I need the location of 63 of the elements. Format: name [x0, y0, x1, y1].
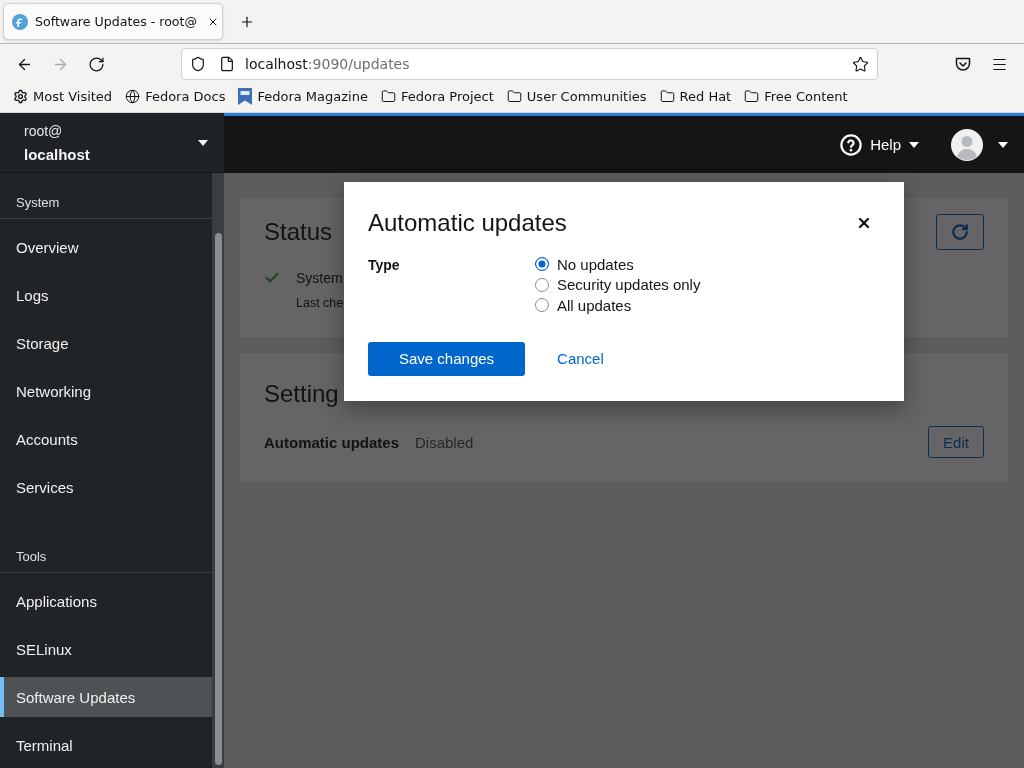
- scrollbar-track[interactable]: [212, 173, 224, 768]
- setting-value: Disabled: [415, 433, 474, 451]
- browser-tab[interactable]: Software Updates - root@: [3, 3, 223, 40]
- setting-label: Automatic updates: [264, 433, 399, 451]
- reload-icon: [87, 55, 105, 73]
- caret-icon: [198, 139, 208, 146]
- caret-icon: [909, 141, 919, 148]
- ribbon-icon: [238, 88, 253, 105]
- page-icon: [219, 56, 235, 72]
- radio-option[interactable]: All updates: [535, 295, 632, 316]
- nav-item[interactable]: Applications: [0, 581, 212, 621]
- bookmark-item[interactable]: Fedora Docs: [121, 84, 230, 109]
- folder-icon: [506, 89, 522, 104]
- nav-item[interactable]: SELinux: [0, 629, 212, 669]
- refresh-icon: [951, 223, 969, 241]
- folder-icon: [744, 89, 760, 104]
- star-icon[interactable]: [852, 55, 869, 73]
- radio-button[interactable]: [535, 257, 549, 272]
- bookmark-item[interactable]: Free Content: [740, 84, 852, 109]
- bookmark-item[interactable]: Fedora Project: [376, 84, 498, 109]
- status-message: System: [296, 270, 343, 286]
- bookmark-item[interactable]: Fedora Magazine: [234, 84, 372, 109]
- caret-icon: [998, 141, 1008, 148]
- scrollbar-thumb[interactable]: [215, 233, 222, 765]
- radio-option[interactable]: No updates: [535, 254, 634, 275]
- help-button[interactable]: Help: [832, 126, 927, 163]
- shield-icon: [190, 56, 206, 72]
- field-label: Type: [368, 256, 400, 275]
- status-detail: Last che: [296, 295, 344, 312]
- nav-item[interactable]: Storage: [0, 323, 212, 363]
- avatar-icon: [951, 128, 983, 161]
- nav-item[interactable]: Networking: [0, 371, 212, 411]
- folder-icon: [380, 89, 396, 104]
- radio-option[interactable]: Security updates only: [535, 274, 701, 295]
- radio-button[interactable]: [535, 298, 549, 313]
- cancel-button[interactable]: Cancel: [541, 341, 620, 376]
- radio-button[interactable]: [535, 277, 549, 292]
- refresh-button[interactable]: [936, 214, 984, 250]
- nav-item[interactable]: Services: [0, 467, 212, 507]
- pocket-icon: [955, 56, 971, 72]
- card-title: Setting: [264, 379, 339, 409]
- bookmark-item[interactable]: Most Visited: [9, 84, 117, 109]
- section-title: Tools: [16, 548, 47, 566]
- card-title: Status: [264, 217, 333, 247]
- bookmark-item[interactable]: Red Hat: [655, 84, 736, 109]
- folder-icon: [659, 89, 675, 104]
- address-field[interactable]: localhost:9090/updates: [181, 48, 878, 80]
- close-icon: [856, 215, 872, 231]
- gear-icon: [13, 89, 28, 104]
- globe-icon: [125, 89, 141, 104]
- circle-logo-icon: [12, 13, 28, 30]
- dialog-title: Automatic updates: [368, 208, 567, 238]
- nav-item[interactable]: Logs: [0, 275, 212, 315]
- nav-item[interactable]: Software Updates: [0, 677, 212, 717]
- nav-item[interactable]: Overview: [0, 227, 212, 267]
- section-title: System: [16, 194, 60, 212]
- url-text: localhost:9090/updates: [245, 56, 411, 72]
- save-button[interactable]: Save changes: [368, 341, 526, 376]
- nav-item[interactable]: Accounts: [0, 419, 212, 459]
- plus-icon: [239, 14, 255, 30]
- nav-item[interactable]: Terminal: [0, 725, 212, 765]
- bookmark-item[interactable]: User Communities: [502, 84, 651, 109]
- help-icon: [840, 133, 863, 156]
